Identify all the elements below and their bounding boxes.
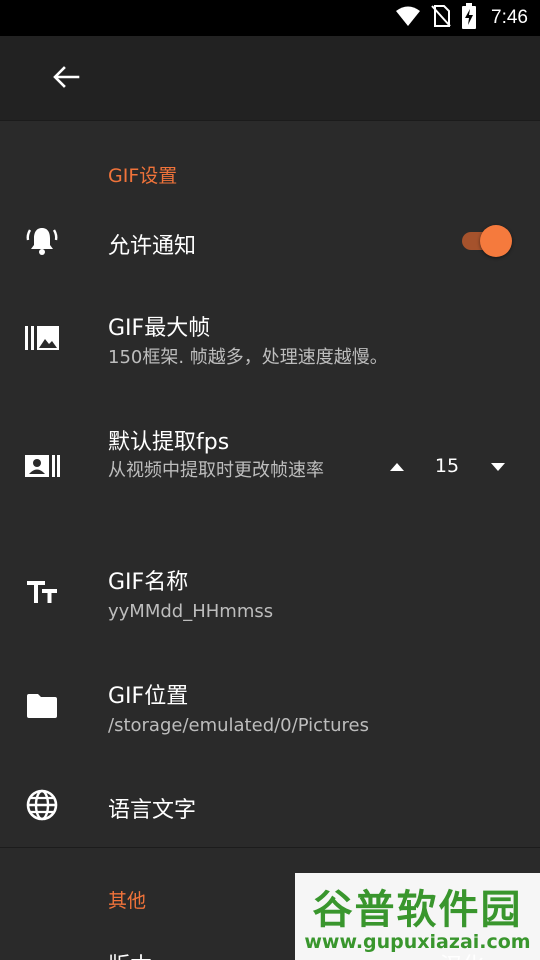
toggle-thumb	[480, 225, 512, 257]
pref-default-fps[interactable]: 默认提取fps 从视频中提取时更改帧速率 15	[0, 406, 540, 516]
fps-value[interactable]: 15	[427, 455, 467, 477]
pref-summary: 150框架. 帧越多，处理速度越慢。	[108, 347, 388, 368]
partial-row-left-text: 版本	[108, 948, 152, 960]
pref-summary: 从视频中提取时更改帧速率	[108, 460, 324, 481]
watermark-logo: 谷普软件园 www.gupuxiazai.com	[295, 873, 540, 960]
pref-language[interactable]: 语言文字	[0, 770, 540, 840]
pref-gif-location[interactable]: GIF位置 /storage/emulated/0/Pictures	[0, 660, 540, 752]
status-bar: 7:46	[0, 0, 540, 36]
watermark-title: 谷普软件园	[312, 887, 523, 933]
status-icons: 7:46	[395, 0, 528, 36]
pref-gif-max-frames[interactable]: GIF最大帧 150框架. 帧越多，处理速度越慢。	[0, 292, 540, 384]
app-bar	[0, 36, 540, 121]
no-sim-icon	[431, 4, 451, 32]
pref-title: GIF名称	[108, 570, 189, 595]
fps-decrease-button[interactable]	[484, 453, 512, 481]
section-header-gif-settings: GIF设置	[108, 165, 178, 187]
pref-summary: yyMMdd_HHmmss	[108, 601, 274, 622]
pref-gif-name[interactable]: GIF名称 yyMMdd_HHmmss	[0, 546, 540, 638]
pref-title: 默认提取fps	[108, 430, 230, 455]
pref-summary: /storage/emulated/0/Pictures	[108, 715, 369, 736]
battery-charging-icon	[461, 3, 477, 33]
folder-icon	[24, 688, 60, 724]
wifi-icon	[395, 5, 421, 31]
bell-ring-icon	[24, 223, 60, 259]
fps-increase-button[interactable]	[383, 453, 411, 481]
text-fields-icon	[24, 574, 60, 610]
burst-mode-icon	[24, 320, 60, 356]
globe-icon	[24, 787, 60, 823]
pref-title: GIF位置	[108, 684, 189, 709]
status-time: 7:46	[491, 7, 528, 28]
arrow-left-icon	[52, 65, 80, 93]
section-header-other: 其他	[108, 890, 147, 912]
pref-title: GIF最大帧	[108, 316, 211, 341]
contact-card-icon	[24, 448, 60, 484]
divider	[0, 847, 540, 848]
settings-list[interactable]: GIF设置 允许通知 GIF最大帧 150框架. 帧越多，处理速度越慢。 默认提…	[0, 122, 540, 960]
watermark-url: www.gupuxiazai.com	[304, 931, 531, 953]
notifications-toggle[interactable]	[458, 223, 512, 257]
pref-allow-notifications[interactable]: 允许通知	[0, 206, 540, 276]
pref-title: 语言文字	[108, 798, 197, 823]
back-button[interactable]	[40, 56, 92, 102]
pref-title: 允许通知	[108, 234, 197, 259]
